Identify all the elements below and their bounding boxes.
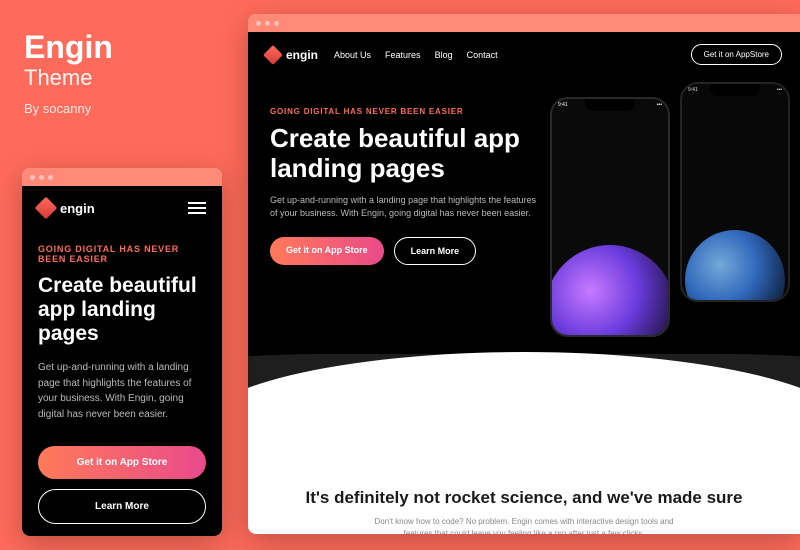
- phone-mockups: 9:41 ••• 9:41 •••: [540, 82, 790, 322]
- theme-name: Engin: [24, 30, 113, 65]
- window-dot-icon: [30, 175, 35, 180]
- window-dot-icon: [256, 21, 261, 26]
- planet-wallpaper: [550, 245, 670, 337]
- window-dot-icon: [39, 175, 44, 180]
- below-title: It's definitely not rocket science, and …: [288, 487, 760, 508]
- mobile-content: engin GOING DIGITAL HAS NEVER BEEN EASIE…: [22, 186, 222, 536]
- brand-logo[interactable]: engin: [266, 48, 318, 62]
- phone-notch-icon: [585, 99, 635, 111]
- nav-link-blog[interactable]: Blog: [435, 50, 453, 60]
- phone-time: 9:41: [688, 87, 698, 93]
- below-text: Don't know how to code? No problem. Engi…: [364, 516, 684, 534]
- secondary-cta-button[interactable]: Learn More: [394, 237, 477, 265]
- desktop-preview-window: engin About Us Features Blog Contact Get…: [248, 14, 800, 534]
- nav-cta-button[interactable]: Get it on AppStore: [691, 44, 782, 65]
- nav-link-about[interactable]: About Us: [334, 50, 371, 60]
- window-dot-icon: [274, 21, 279, 26]
- primary-cta-button[interactable]: Get it on App Store: [38, 446, 206, 479]
- phone-back: 9:41 •••: [680, 82, 790, 302]
- hamburger-menu-icon[interactable]: [188, 202, 206, 214]
- hero-buttons: Get it on App Store Learn More: [38, 446, 206, 524]
- planet-wallpaper: [685, 230, 785, 302]
- brand-name: engin: [60, 201, 95, 216]
- window-dot-icon: [48, 175, 53, 180]
- mobile-nav: engin: [38, 200, 206, 216]
- logo-cube-icon: [263, 45, 283, 65]
- desktop-content: engin About Us Features Blog Contact Get…: [248, 32, 800, 534]
- hero-headline: Create beautiful app landing pages: [38, 274, 206, 346]
- theme-subtitle: Theme: [24, 65, 113, 91]
- nav-link-contact[interactable]: Contact: [467, 50, 498, 60]
- nav-links: About Us Features Blog Contact: [334, 50, 498, 60]
- brand-logo[interactable]: engin: [38, 200, 95, 216]
- hero-description: Get up-and-running with a landing page t…: [38, 360, 206, 422]
- primary-cta-button[interactable]: Get it on App Store: [270, 237, 384, 265]
- phone-time: 9:41: [558, 102, 568, 108]
- signal-icon: •••: [657, 102, 662, 108]
- hero-eyebrow: GOING DIGITAL HAS NEVER BEEN EASIER: [38, 244, 206, 264]
- phone-notch-icon: [710, 84, 760, 96]
- theme-byline: By socanny: [24, 101, 113, 116]
- site-nav: engin About Us Features Blog Contact Get…: [248, 32, 800, 77]
- brand-name: engin: [286, 48, 318, 62]
- signal-icon: •••: [777, 87, 782, 93]
- logo-cube-icon: [35, 197, 58, 220]
- hero-headline: Create beautiful app landing pages: [270, 124, 550, 184]
- below-fold-section: It's definitely not rocket science, and …: [248, 469, 800, 534]
- hero-description: Get up-and-running with a landing page t…: [270, 194, 540, 221]
- mobile-preview-window: engin GOING DIGITAL HAS NEVER BEEN EASIE…: [22, 168, 222, 536]
- theme-metadata: Engin Theme By socanny: [24, 30, 113, 116]
- secondary-cta-button[interactable]: Learn More: [38, 489, 206, 524]
- browser-titlebar: [248, 14, 800, 32]
- browser-titlebar: [22, 168, 222, 186]
- phone-front: 9:41 •••: [550, 97, 670, 337]
- window-dot-icon: [265, 21, 270, 26]
- nav-link-features[interactable]: Features: [385, 50, 421, 60]
